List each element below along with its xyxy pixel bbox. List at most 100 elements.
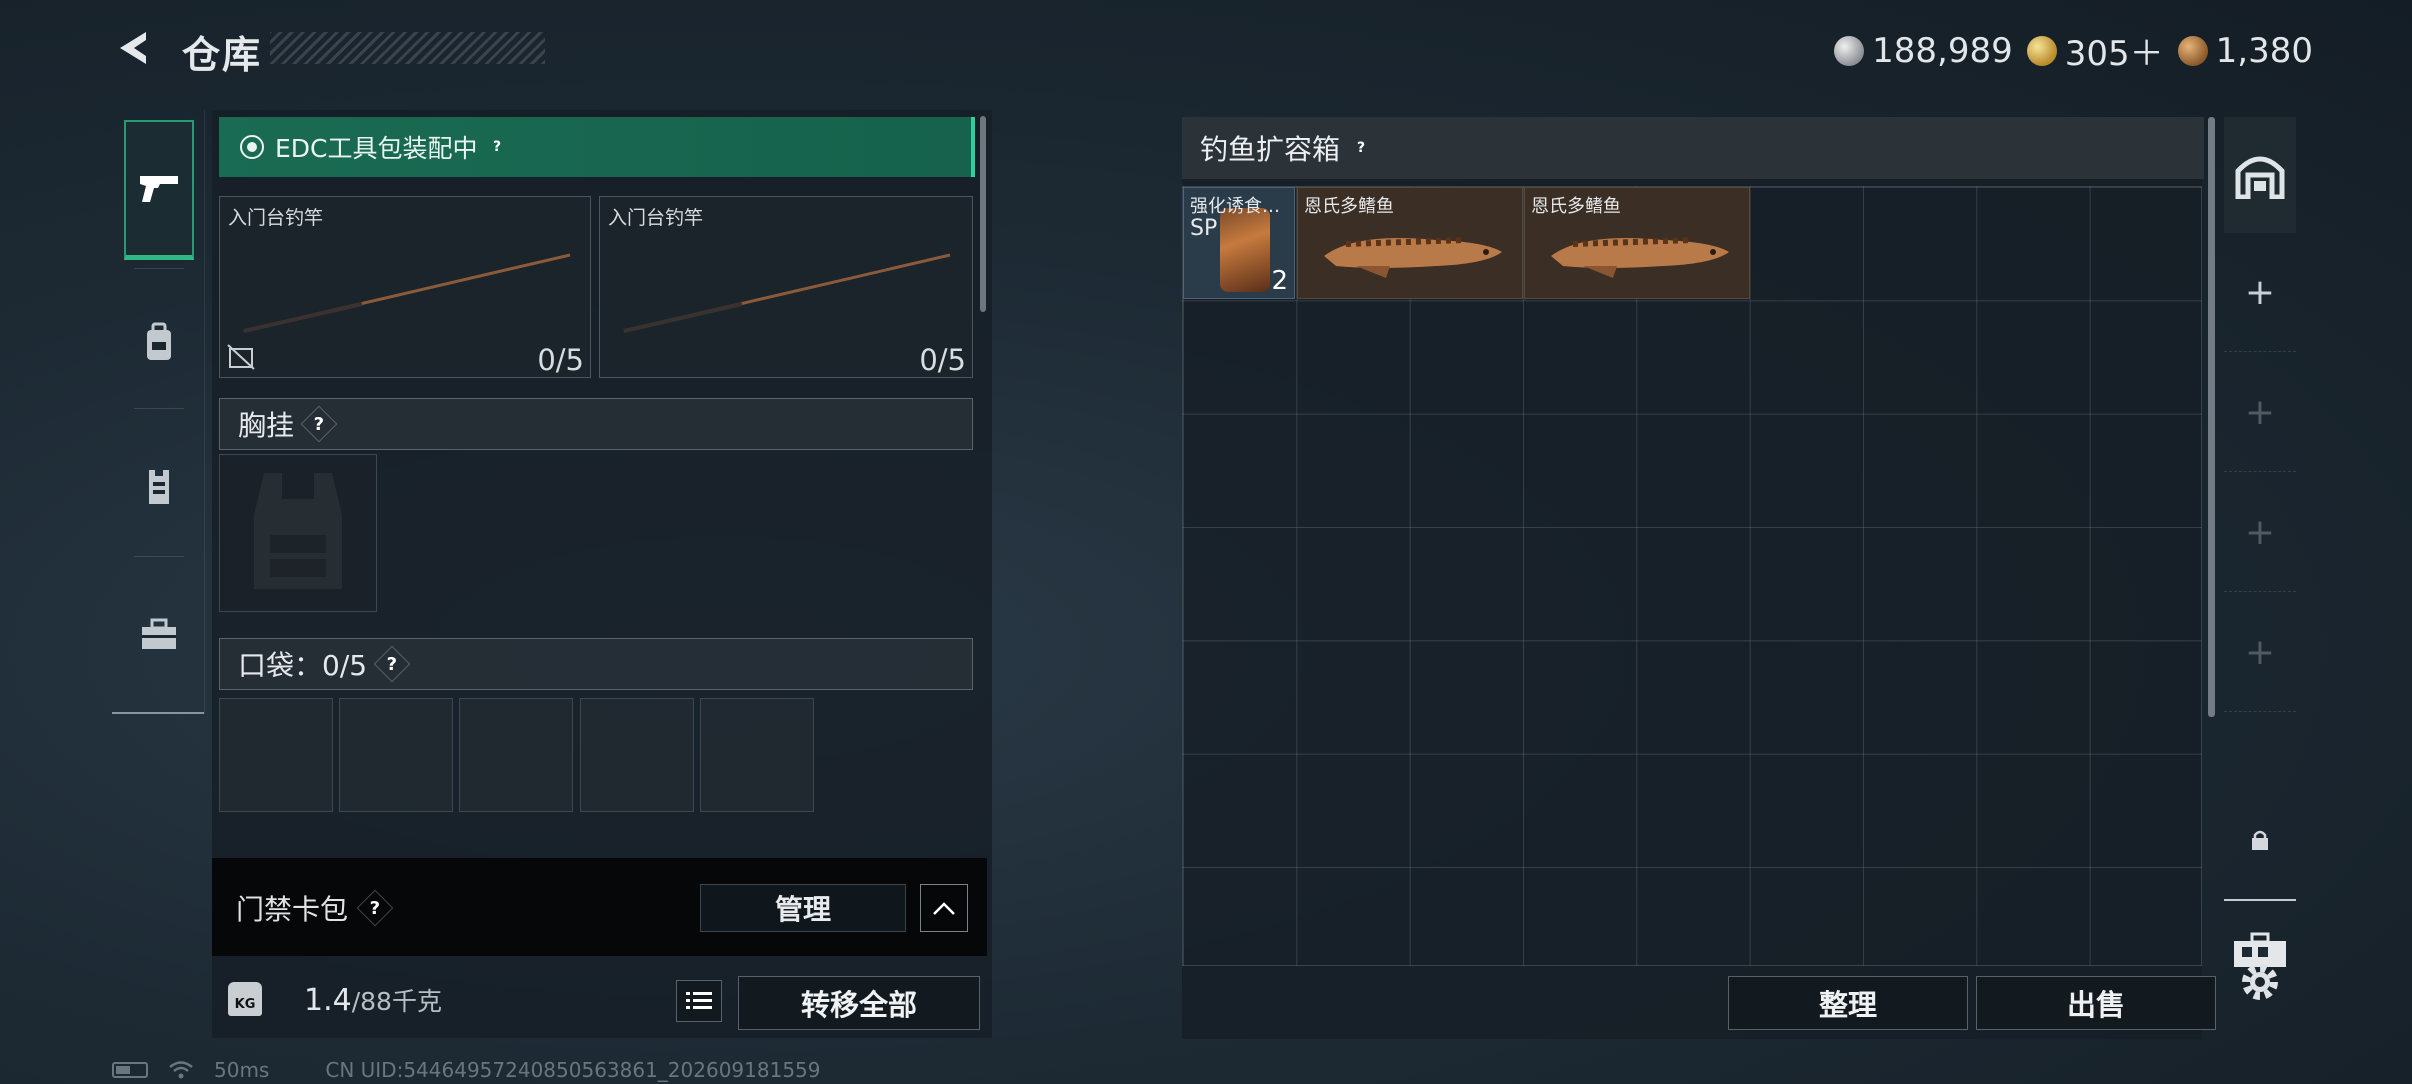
container-tab-storage[interactable]	[2224, 117, 2296, 233]
warehouse-icon	[2235, 156, 2285, 199]
settings-button[interactable]	[2232, 954, 2288, 1010]
storage-grid[interactable]	[1182, 186, 2202, 966]
tab-backpack[interactable]	[124, 272, 194, 412]
add-container-button[interactable]: +	[2224, 233, 2296, 352]
sell-button[interactable]: 出售	[1976, 976, 2216, 1030]
no-attachment-icon	[227, 344, 255, 370]
currency-silver-value: 188,989	[1872, 30, 2013, 71]
vest-icon	[149, 470, 169, 504]
page-title: 仓库	[182, 33, 263, 77]
help-icon[interactable]: ?	[484, 134, 509, 159]
item-sub-label: SP	[1190, 216, 1218, 241]
rod-slot-label: 入门台钓竿	[228, 207, 324, 229]
bronze-coin-icon	[2177, 35, 2208, 66]
help-icon[interactable]: ?	[373, 645, 411, 683]
access-card-label: 门禁卡包	[236, 893, 349, 926]
pocket-slot[interactable]	[459, 698, 573, 812]
currency-bar: 188,989 305＋ 1,380	[1834, 26, 2313, 75]
rod-slot-count: 0/5	[537, 343, 584, 377]
weight-kg-icon: KG	[228, 982, 262, 1016]
currency-bronze-value: 1,380	[2215, 30, 2313, 71]
tab-toolbox[interactable]	[124, 564, 194, 704]
weight-row: KG 1.4/88千克 转移全部	[212, 962, 992, 1038]
add-container-button[interactable]: +	[2224, 353, 2296, 472]
chest-rig-label: 胸挂	[238, 409, 295, 442]
help-icon[interactable]: ?	[1348, 135, 1373, 160]
help-icon[interactable]: ?	[300, 405, 338, 443]
gold-triangle-coin-icon	[2026, 35, 2057, 66]
equipment-scrollbar[interactable]	[980, 116, 986, 312]
tab-weapons[interactable]	[124, 120, 194, 260]
storage-header: 钓鱼扩容箱 ?	[1182, 117, 2204, 179]
toolbox-icon	[142, 618, 176, 649]
add-container-button[interactable]: +	[2224, 593, 2296, 712]
pocket-header: 口袋：0/5 ?	[219, 638, 973, 690]
backpack-icon	[147, 322, 171, 360]
storage-footer: 整理 出售	[1182, 966, 2216, 1038]
item-fish[interactable]: 恩氏多鳍鱼	[1297, 187, 1523, 299]
rod-slot-1[interactable]: 入门台钓竿 0/5	[219, 196, 591, 378]
status-bar: 50ms CN UID:54464957240850563861_2026091…	[112, 1058, 821, 1082]
list-icon	[686, 992, 712, 1009]
gear-icon	[2242, 964, 2278, 1000]
item-fish[interactable]: 恩氏多鳍鱼	[1524, 187, 1750, 299]
rail-divider	[134, 268, 184, 269]
rod-slot-2[interactable]: 入门台钓竿 0/5	[599, 196, 973, 378]
lock-icon	[2252, 830, 2268, 850]
transfer-all-button[interactable]: 转移全部	[738, 976, 980, 1030]
weight-value: 1.4	[304, 983, 352, 1018]
chest-rig-placeholder-icon	[254, 473, 342, 589]
fishing-rod-icon	[623, 253, 951, 333]
wifi-icon	[169, 1061, 193, 1079]
bichir-fish-icon	[1551, 237, 1729, 278]
list-view-button[interactable]	[676, 980, 722, 1022]
pocket-slot[interactable]	[219, 698, 333, 812]
tab-vest[interactable]	[124, 416, 194, 556]
add-container-button[interactable]: +	[2224, 473, 2296, 592]
rail-divider	[134, 556, 184, 557]
battery-icon	[112, 1062, 148, 1078]
item-label: 恩氏多鳍鱼	[1531, 196, 1621, 217]
pocket-label: 口袋：0/5	[238, 644, 367, 684]
edc-status-bar[interactable]: EDC工具包装配中 ?	[219, 117, 975, 177]
pistol-icon	[140, 175, 178, 202]
pocket-label-text: 口袋：	[238, 649, 323, 682]
collapse-button[interactable]	[920, 884, 968, 932]
equipment-category-rail	[112, 110, 205, 714]
bait-bag-icon	[1220, 208, 1270, 292]
item-bait[interactable]: 强化诱食… SP 2	[1183, 187, 1295, 299]
currency-gold[interactable]: 305＋	[2026, 26, 2164, 75]
storage-scrollbar[interactable]	[2208, 117, 2215, 717]
locked-container-slot[interactable]	[2224, 781, 2296, 901]
back-button[interactable]	[112, 26, 156, 70]
container-rail: + + + +	[2224, 117, 2296, 1039]
weight-capacity: /88千克	[351, 987, 442, 1016]
back-arrow-icon	[120, 32, 146, 64]
chevron-up-icon	[933, 902, 955, 915]
storage-title: 钓鱼扩容箱	[1200, 133, 1341, 166]
fishing-rod-icon	[243, 253, 571, 333]
item-label: 强化诱食…	[1190, 196, 1280, 217]
sort-button[interactable]: 整理	[1728, 976, 1968, 1030]
rail-divider	[134, 408, 184, 409]
chest-rig-slot[interactable]	[219, 454, 377, 612]
currency-bronze[interactable]: 1,380	[2177, 30, 2313, 71]
pocket-slot[interactable]	[700, 698, 814, 812]
edc-status-text: EDC工具包装配中	[275, 134, 478, 163]
rod-slot-label: 入门台钓竿	[608, 207, 704, 229]
access-card-row: 门禁卡包 ? 管理	[212, 858, 987, 956]
item-label: 恩氏多鳍鱼	[1304, 196, 1394, 217]
rail-bottom-line	[112, 712, 204, 714]
pocket-slot[interactable]	[339, 698, 453, 812]
manage-button[interactable]: 管理	[700, 884, 906, 932]
currency-silver[interactable]: 188,989	[1834, 31, 2013, 71]
help-icon[interactable]: ?	[356, 889, 394, 927]
ping-text: 50ms	[214, 1058, 270, 1082]
pocket-slot[interactable]	[580, 698, 694, 812]
uid-text: CN UID:54464957240850563861_202609181559	[325, 1058, 821, 1082]
title-decoration	[270, 32, 545, 64]
pocket-count: 0/5	[322, 649, 368, 682]
silver-coin-icon	[1834, 35, 1865, 66]
gear-badge-icon	[240, 135, 264, 159]
rod-slot-count: 0/5	[919, 343, 966, 377]
